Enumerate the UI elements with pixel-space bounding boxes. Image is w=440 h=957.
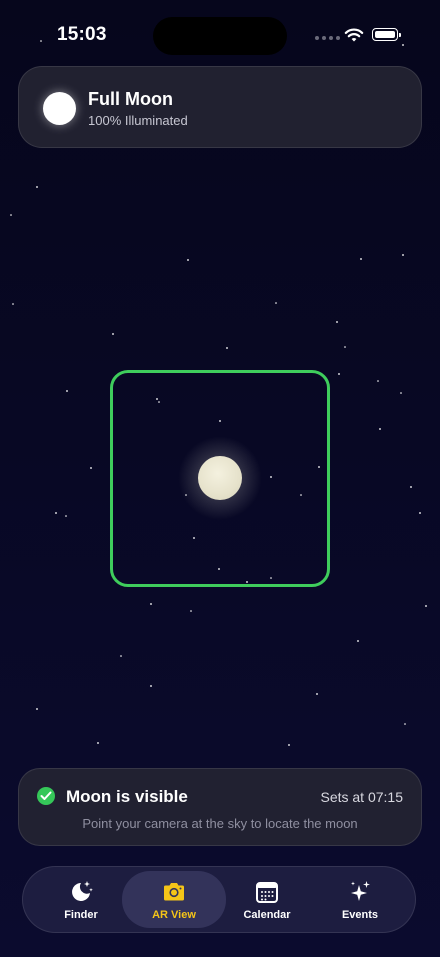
wifi-icon	[344, 28, 364, 42]
star	[400, 392, 402, 394]
phase-title: Full Moon	[88, 89, 173, 109]
calendar-icon	[256, 882, 278, 903]
visibility-status: Moon is visible	[66, 787, 188, 806]
star	[357, 640, 359, 642]
full-moon-icon	[43, 92, 76, 125]
star	[10, 214, 12, 216]
star	[36, 186, 38, 188]
camera-icon	[164, 883, 184, 901]
battery-icon	[372, 28, 401, 41]
star	[344, 346, 346, 348]
check-circle-icon	[37, 787, 55, 805]
status-bar: 15:03	[0, 0, 440, 60]
star	[338, 373, 340, 375]
phase-illumination: 100% Illuminated	[88, 113, 188, 128]
star	[379, 428, 381, 430]
tab-label: Events	[341, 909, 379, 921]
status-time: 15:03	[57, 24, 107, 45]
star	[402, 254, 404, 256]
star	[65, 515, 67, 517]
camera-hint: Point your camera at the sky to locate t…	[82, 816, 358, 831]
star	[360, 258, 362, 260]
star	[288, 744, 290, 746]
star	[410, 486, 412, 488]
visibility-card: Moon is visible Sets at 07:15 Point your…	[18, 768, 422, 846]
star	[425, 605, 427, 607]
tab-bar: Finder AR View Calendar Events	[22, 866, 416, 933]
moon-stars-icon	[72, 881, 93, 901]
star	[377, 380, 379, 382]
moon-marker[interactable]	[198, 456, 242, 500]
star	[90, 467, 92, 469]
tab-label: AR View	[152, 909, 196, 921]
star	[36, 708, 38, 710]
star	[150, 603, 152, 605]
star	[66, 390, 68, 392]
star	[187, 259, 189, 261]
star	[190, 610, 192, 612]
star	[275, 302, 277, 304]
tab-ar-view[interactable]: AR View	[122, 871, 226, 928]
star	[336, 321, 338, 323]
star	[404, 723, 406, 725]
moon-phase-card[interactable]: Full Moon 100% Illuminated	[18, 66, 422, 148]
star	[316, 693, 318, 695]
star	[55, 512, 57, 514]
sparkles-icon	[351, 881, 370, 901]
tab-calendar[interactable]: Calendar	[215, 871, 319, 928]
star	[120, 655, 122, 657]
tab-label: Finder	[64, 909, 98, 921]
cellular-signal-icon	[315, 36, 340, 40]
star	[150, 685, 152, 687]
tab-finder[interactable]: Finder	[29, 871, 133, 928]
moonset-time: Sets at 07:15	[320, 789, 403, 805]
tab-events[interactable]: Events	[308, 871, 412, 928]
dynamic-island	[153, 17, 287, 55]
star	[226, 347, 228, 349]
tab-label: Calendar	[243, 909, 291, 921]
star	[112, 333, 114, 335]
star	[419, 512, 421, 514]
star	[12, 303, 14, 305]
star	[97, 742, 99, 744]
